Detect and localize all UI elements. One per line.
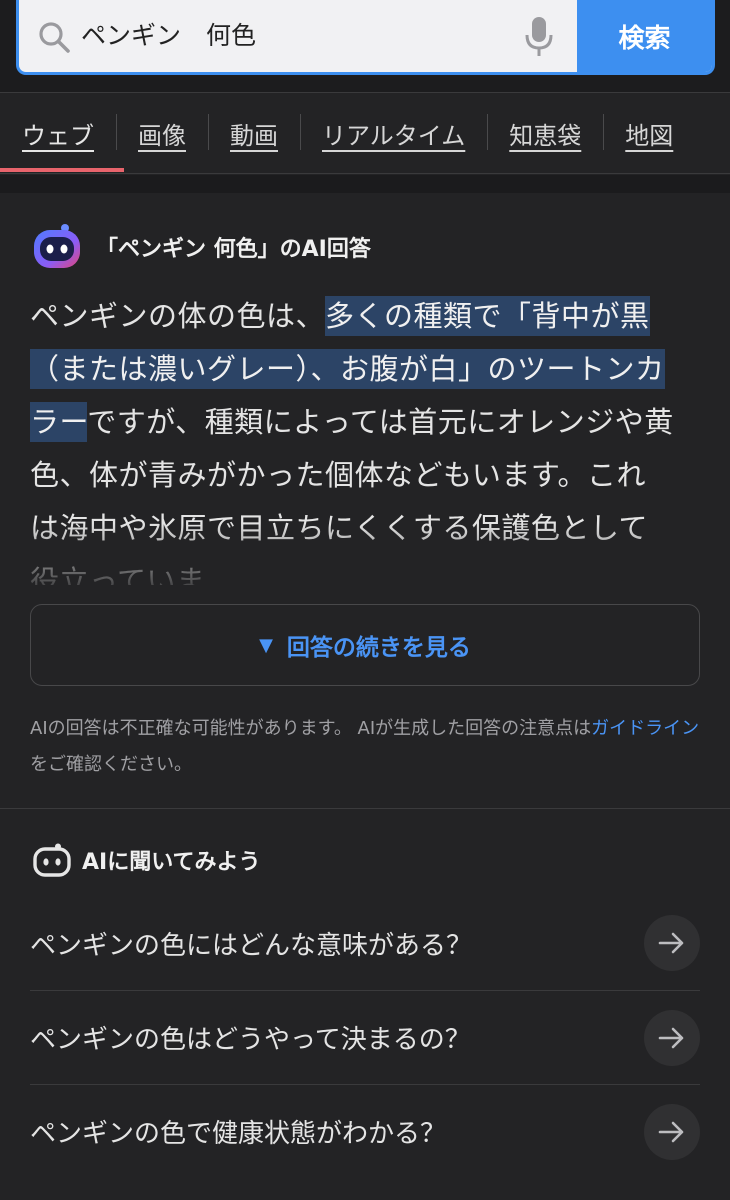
search-tabs: ウェブ 画像 動画 リアルタイム 知恵袋 地図 bbox=[0, 92, 730, 174]
tab-videos[interactable]: 動画 bbox=[208, 113, 300, 151]
mic-icon[interactable] bbox=[524, 16, 554, 58]
active-tab-indicator bbox=[0, 168, 124, 172]
ai-answer-header: 「ペンギン 何色」のAI回答 bbox=[32, 223, 371, 271]
ai-answer-title: 「ペンギン 何色」のAI回答 bbox=[96, 237, 371, 262]
suggested-questions: ペンギンの色にはどんな意味がある？ ペンギンの色はどうやって決まるの？ ペンギン… bbox=[0, 896, 730, 1178]
suggested-question[interactable]: ペンギンの色で健康状態がわかる？ bbox=[30, 1084, 700, 1178]
ask-ai-header: AIに聞いてみよう bbox=[32, 843, 261, 877]
disclaimer-text-end: をご確認ください。 bbox=[30, 754, 192, 775]
ai-disclaimer: AIの回答は不正確な可能性があります。 AIが生成した回答の注意点はガイドライン… bbox=[30, 711, 700, 783]
tab-chiebukuro[interactable]: 知恵袋 bbox=[487, 113, 603, 151]
show-more-label: 回答の続きを見る bbox=[286, 635, 471, 661]
section-divider bbox=[0, 175, 730, 193]
disclaimer-text-start: AIの回答は不正確な可能性があります。 AIが生成した回答の注意点は bbox=[30, 718, 592, 739]
search-header: ペンギン 何色 検索 bbox=[0, 0, 730, 92]
ai-assistant-icon bbox=[34, 224, 80, 268]
question-text: ペンギンの色にはどんな意味がある？ bbox=[30, 930, 473, 961]
show-more-button[interactable]: ▼ 回答の続きを見る bbox=[30, 604, 700, 686]
page: ペンギン 何色 検索 ウェブ 画像 動画 リアルタイム 知恵袋 地図 「ペンギン… bbox=[0, 0, 730, 1200]
suggested-question[interactable]: ペンギンの色にはどんな意味がある？ bbox=[30, 896, 700, 990]
search-input[interactable]: ペンギン 何色 bbox=[81, 12, 501, 60]
text-fade-overlay bbox=[0, 523, 730, 588]
arrow-right-icon[interactable] bbox=[644, 915, 700, 971]
tab-realtime[interactable]: リアルタイム bbox=[300, 113, 487, 151]
ai-answer-text-start: ペンギンの体の色は、 bbox=[30, 299, 326, 333]
search-button[interactable]: 検索 bbox=[577, 0, 712, 72]
ask-ai-section: AIに聞いてみよう ペンギンの色にはどんな意味がある？ ペンギンの色はどうやって… bbox=[0, 808, 730, 1200]
search-box: ペンギン 何色 検索 bbox=[16, 0, 715, 75]
tab-web[interactable]: ウェブ bbox=[0, 116, 116, 151]
suggested-question[interactable]: ペンギンの色はどうやって決まるの？ bbox=[30, 990, 700, 1084]
arrow-right-icon[interactable] bbox=[644, 1009, 700, 1066]
ask-ai-title: AIに聞いてみよう bbox=[82, 850, 261, 875]
guideline-link[interactable]: ガイドライン bbox=[591, 718, 699, 739]
ai-answer-card: 「ペンギン 何色」のAI回答 ペンギンの体の色は、多くの種類で「背中が黒（または… bbox=[0, 193, 730, 808]
tab-map[interactable]: 地図 bbox=[603, 113, 695, 151]
search-icon bbox=[39, 22, 70, 53]
question-text: ペンギンの色で健康状態がわかる？ bbox=[30, 1119, 447, 1149]
triangle-down-icon: ▼ bbox=[259, 634, 273, 656]
arrow-right-icon[interactable] bbox=[644, 1103, 700, 1160]
question-text: ペンギンの色はどうやって決まるの？ bbox=[30, 1025, 471, 1055]
tab-images[interactable]: 画像 bbox=[116, 113, 208, 151]
robot-icon bbox=[33, 843, 71, 877]
